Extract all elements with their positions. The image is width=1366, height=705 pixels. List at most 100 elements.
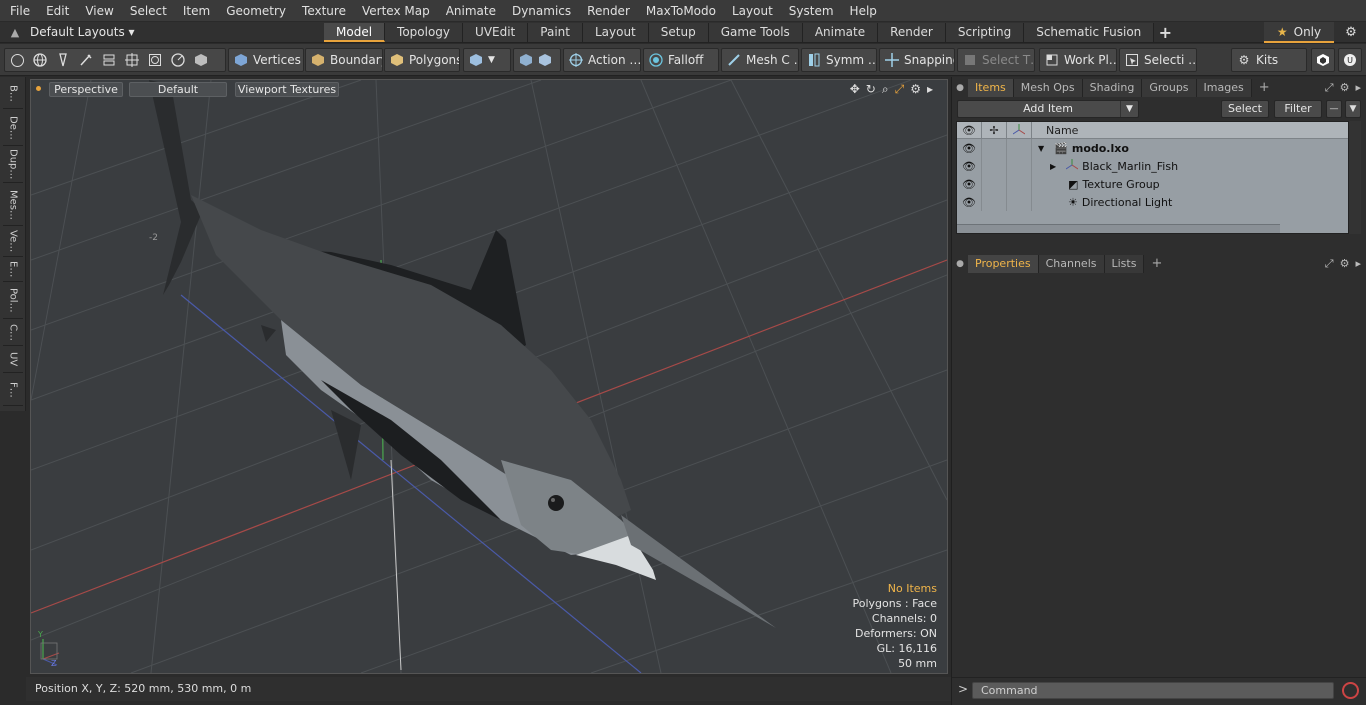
type-column-icon[interactable] [1007,122,1032,138]
lock-column-icon[interactable]: ✢ [982,122,1007,138]
tab-mesh-ops[interactable]: Mesh Ops [1013,79,1083,97]
panel-arrow-icon[interactable]: ▸ [1355,81,1361,95]
chevron-down-icon[interactable]: ▼ [1120,101,1138,117]
orbit-icon[interactable]: ↻ [866,82,876,97]
add-props-tab-button[interactable]: + [1144,255,1169,273]
pen-tool-icon[interactable] [56,53,70,67]
tab-items[interactable]: Items [968,79,1014,97]
only-toggle[interactable]: ★ Only [1264,22,1334,43]
3d-viewport[interactable]: -2 Perspective Default Viewport Textures… [30,79,948,674]
action-center-button[interactable]: Action … [563,48,641,72]
viewport-menu-dot[interactable] [36,86,41,91]
left-tab-mesh-edit[interactable]: Mes… [3,184,23,226]
default-layouts-dropdown[interactable]: Default Layouts ▾ [30,25,324,39]
funnel-icon[interactable]: ▼ [1345,100,1361,118]
snapping-button[interactable]: Snapping [879,48,955,72]
menu-view[interactable]: View [77,0,121,22]
tab-scripting[interactable]: Scripting [945,22,1025,42]
collapse-icon[interactable]: — [1326,100,1342,118]
eye-icon[interactable]: 👁 [957,193,982,211]
left-tab-basic[interactable]: B… [3,79,23,109]
props-gear-icon[interactable]: ⚙ [1340,257,1350,271]
viewport-gear-icon[interactable]: ⚙ [910,82,921,97]
vertices-button[interactable]: Vertices [228,48,304,72]
tab-setup[interactable]: Setup [648,22,709,42]
falloff-button[interactable]: Falloff [643,48,719,72]
add-tab-button[interactable]: + [1154,23,1176,42]
left-tab-deform[interactable]: De… [3,110,23,146]
viewport-textures-button[interactable]: Viewport Textures [235,82,339,97]
props-menu-dot[interactable]: ● [952,259,968,269]
menu-geometry[interactable]: Geometry [218,0,294,22]
eye-icon[interactable]: 👁 [957,157,982,175]
tab-paint[interactable]: Paint [528,22,583,42]
name-column-header[interactable]: Name [1032,124,1078,137]
circle-tool-icon[interactable] [10,53,24,67]
tab-images[interactable]: Images [1196,79,1252,97]
tab-groups[interactable]: Groups [1142,79,1197,97]
maximize-icon[interactable]: ⤢ [895,82,905,97]
viewport-scene[interactable]: -2 [31,80,947,673]
mesh-constraint-button[interactable]: Mesh C … [721,48,799,72]
record-icon[interactable] [1342,682,1359,699]
menu-select[interactable]: Select [122,0,175,22]
eye-icon[interactable]: 👁 [957,175,982,193]
selection-sets-button[interactable]: Selecti … [1119,48,1197,72]
tab-schematic-fusion[interactable]: Schematic Fusion [1024,22,1155,42]
filter-button[interactable]: Filter [1274,100,1322,118]
gear-icon[interactable]: ⚙ [1340,22,1362,43]
menu-layout[interactable]: Layout [724,0,781,22]
menu-file[interactable]: File [0,0,38,22]
menu-dynamics[interactable]: Dynamics [504,0,579,22]
props-arrow-icon[interactable]: ▸ [1355,257,1361,271]
visibility-column-icon[interactable]: 👁 [957,122,982,138]
unity-button[interactable] [1311,48,1335,72]
tree-row-mesh[interactable]: 👁 ▶ Black_Marlin_Fish [957,157,1348,175]
sphere-tool-icon[interactable] [33,53,47,67]
tab-properties[interactable]: Properties [968,255,1039,273]
tab-layout[interactable]: Layout [582,22,649,42]
menu-animate[interactable]: Animate [438,0,504,22]
shading-style-button[interactable]: Default [129,82,227,97]
material-mode-button[interactable]: ▼ [463,48,511,72]
rotate-tool-icon[interactable] [148,53,162,67]
select-button[interactable]: Select [1221,100,1269,118]
select-through-button[interactable]: Select T… [957,48,1035,72]
pan-icon[interactable]: ✥ [850,82,860,97]
tree-row-scene[interactable]: 👁 ▼ 🎬 modo.lxo [957,139,1348,157]
brush-tool-icon[interactable] [79,53,93,67]
unreal-button[interactable]: U [1338,48,1362,72]
tab-game-tools[interactable]: Game Tools [708,22,803,42]
add-item-button[interactable]: Add Item ▼ [957,100,1139,118]
boundary-button[interactable]: Boundary [305,48,383,72]
transform-icon[interactable] [125,53,139,67]
expand-arrow-icon[interactable]: ▶ [1050,162,1056,171]
symmetry-button[interactable]: Symm … [801,48,877,72]
viewport-arrow-icon[interactable]: ▸ [927,82,933,97]
item-mode-icon[interactable] [194,53,208,67]
command-input[interactable]: Command [972,682,1334,699]
add-panel-tab-button[interactable]: + [1252,79,1277,97]
tab-channels[interactable]: Channels [1038,255,1105,273]
work-plane-button[interactable]: Work Pl… [1039,48,1117,72]
menu-system[interactable]: System [781,0,842,22]
tab-uvedit[interactable]: UVEdit [463,22,529,42]
expand-triangle-icon[interactable]: ▼ [1038,144,1044,153]
polygons-button[interactable]: Polygons [384,48,460,72]
left-tab-polygon[interactable]: Pol… [3,283,23,319]
zoom-icon[interactable]: ⌕ [882,82,889,97]
element-move-icon[interactable] [102,53,116,67]
menu-render[interactable]: Render [579,0,638,22]
scale-tool-icon[interactable] [171,53,185,67]
left-tab-duplicate[interactable]: Dup… [3,147,23,183]
menu-texture[interactable]: Texture [294,0,354,22]
panel-gear-icon[interactable]: ⚙ [1340,81,1350,95]
snap-mode-group[interactable] [513,48,561,72]
menu-maxtomodo[interactable]: MaxToModo [638,0,724,22]
layout-up-icon[interactable]: ▲ [0,22,30,43]
tree-row-texture-group[interactable]: 👁 ◩ Texture Group [957,175,1348,193]
tree-horizontal-scrollbar[interactable] [957,224,1280,233]
left-tab-vertex[interactable]: Ve… [3,227,23,257]
menu-help[interactable]: Help [842,0,885,22]
kits-button[interactable]: ⚙ Kits [1231,48,1307,72]
